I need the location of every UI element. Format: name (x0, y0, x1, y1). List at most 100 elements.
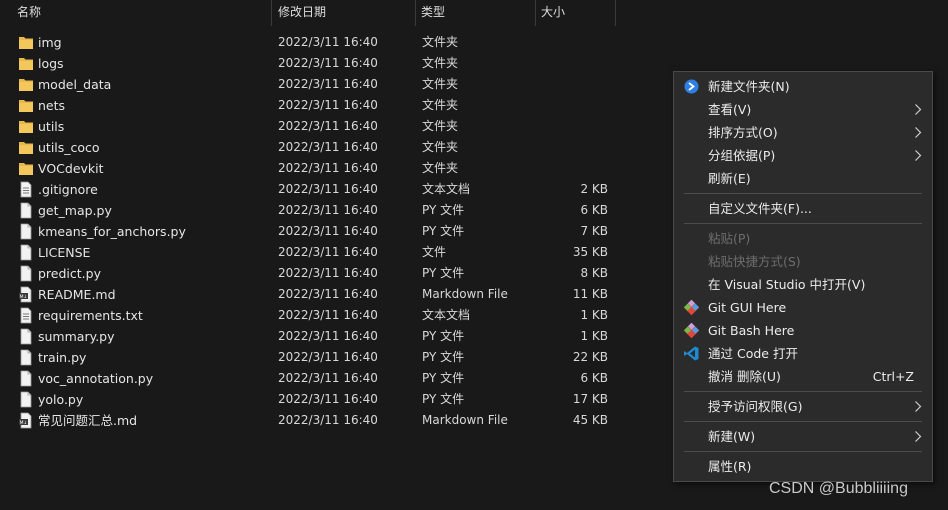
menu-item[interactable]: 刷新(E) (674, 167, 932, 190)
file-row[interactable]: M↓ 常见问题汇总.md 2022/3/11 16:40 Markdown File 4… (0, 410, 660, 431)
file-row[interactable]: .gitignore 2022/3/11 16:40 文本文档 2 KB (0, 179, 660, 200)
folder-icon (18, 97, 34, 114)
file-size: 2 KB (580, 182, 608, 196)
file-row[interactable]: logs 2022/3/11 16:40 文件夹 (0, 53, 660, 74)
menu-item-label: 通过 Code 打开 (708, 346, 798, 361)
file-row[interactable]: utils 2022/3/11 16:40 文件夹 (0, 116, 660, 137)
menu-item[interactable]: 授予访问权限(G) (674, 395, 932, 418)
file-row[interactable]: nets 2022/3/11 16:40 文件夹 (0, 95, 660, 116)
file-modified-date: 2022/3/11 16:40 (278, 371, 378, 385)
file-name: utils_coco (38, 140, 100, 155)
menu-item-label: 授予访问权限(G) (708, 399, 803, 414)
menu-item[interactable]: 新建(W) (674, 425, 932, 448)
menu-separator (684, 193, 922, 194)
file-icon (18, 328, 34, 345)
menu-separator (684, 421, 922, 422)
folder-icon (18, 55, 34, 72)
file-row[interactable]: predict.py 2022/3/11 16:40 PY 文件 8 KB (0, 263, 660, 284)
file-type: 文件夹 (422, 119, 459, 133)
menu-item[interactable]: 在 Visual Studio 中打开(V) (674, 273, 932, 296)
file-name: nets (38, 98, 66, 113)
menu-item-label: 排序方式(O) (708, 125, 778, 140)
file-row[interactable]: train.py 2022/3/11 16:40 PY 文件 22 KB (0, 347, 660, 368)
file-row[interactable]: voc_annotation.py 2022/3/11 16:40 PY 文件 6 K… (0, 368, 660, 389)
file-name: predict.py (38, 266, 101, 281)
menu-item[interactable]: 通过 Code 打开 (674, 342, 932, 365)
file-type: 文件夹 (422, 98, 459, 112)
file-icon (18, 391, 34, 408)
chevron-right-icon (915, 431, 922, 442)
file-modified-date: 2022/3/11 16:40 (278, 224, 378, 238)
folder-icon (18, 160, 34, 177)
file-size: 6 KB (580, 203, 608, 217)
column-header-size[interactable]: 大小 (541, 0, 565, 26)
file-row[interactable]: yolo.py 2022/3/11 16:40 PY 文件 17 KB (0, 389, 660, 410)
column-header-type[interactable]: 类型 (421, 0, 445, 26)
context-menu: 新建文件夹(N) 查看(V) 排序方式(O) 分组依据(P) 刷新(E) 自定义文件夹(F… (673, 71, 933, 482)
file-modified-date: 2022/3/11 16:40 (278, 308, 378, 322)
column-divider[interactable] (415, 0, 416, 26)
column-header-date[interactable]: 修改日期 (278, 0, 326, 26)
file-size: 35 KB (572, 245, 608, 259)
file-name: 常见问题汇总.md (38, 413, 138, 428)
file-icon (18, 244, 34, 261)
menu-item[interactable]: 撤消 删除(U) Ctrl+Z (674, 365, 932, 388)
file-icon (18, 349, 34, 366)
file-row[interactable]: img 2022/3/11 16:40 文件夹 (0, 32, 660, 53)
file-name: voc_annotation.py (38, 371, 154, 386)
file-name: utils (38, 119, 65, 134)
file-row[interactable]: M↓ README.md 2022/3/11 16:40 Markdown File 1… (0, 284, 660, 305)
menu-item-label: 属性(R) (708, 459, 752, 474)
file-modified-date: 2022/3/11 16:40 (278, 392, 378, 406)
menu-item[interactable]: 排序方式(O) (674, 121, 932, 144)
file-row[interactable]: utils_coco 2022/3/11 16:40 文件夹 (0, 137, 660, 158)
menu-separator (684, 391, 922, 392)
menu-item: 粘贴(P) (674, 227, 932, 250)
column-divider[interactable] (271, 0, 272, 26)
menu-item[interactable]: 查看(V) (674, 98, 932, 121)
menu-item-label: 粘贴(P) (708, 231, 751, 246)
file-size: 17 KB (572, 392, 608, 406)
menu-item[interactable]: Git GUI Here (674, 296, 932, 319)
menu-item[interactable]: 新建文件夹(N) (674, 75, 932, 98)
file-type: 文件夹 (422, 161, 459, 175)
chevron-right-icon (915, 104, 922, 115)
file-row[interactable]: summary.py 2022/3/11 16:40 PY 文件 1 KB (0, 326, 660, 347)
menu-item-label: Git Bash Here (708, 323, 795, 338)
menu-item[interactable]: 自定义文件夹(F)... (674, 197, 932, 220)
file-row[interactable]: model_data 2022/3/11 16:40 文件夹 (0, 74, 660, 95)
file-name: LICENSE (38, 245, 91, 260)
chevron-right-icon (915, 401, 922, 412)
file-name: VOCdevkit (38, 161, 104, 176)
file-type: 文件夹 (422, 140, 459, 154)
file-type: Markdown File (422, 287, 508, 301)
menu-item: 粘贴快捷方式(S) (674, 250, 932, 273)
file-name: requirements.txt (38, 308, 143, 323)
file-type: PY 文件 (422, 203, 465, 217)
menu-item[interactable]: 属性(R) (674, 455, 932, 478)
file-size: 1 KB (580, 329, 608, 343)
menu-item-label: 新建(W) (708, 429, 756, 444)
file-row[interactable]: VOCdevkit 2022/3/11 16:40 文件夹 (0, 158, 660, 179)
column-divider[interactable] (535, 0, 536, 26)
file-type: 文本文档 (422, 182, 471, 196)
file-modified-date: 2022/3/11 16:40 (278, 413, 378, 427)
text-file-icon (18, 307, 34, 324)
column-header-name[interactable]: 名称 (17, 0, 41, 26)
vscode-icon (683, 345, 700, 362)
file-name: yolo.py (38, 392, 84, 407)
menu-item[interactable]: Git Bash Here (674, 319, 932, 342)
menu-item[interactable]: 分组依据(P) (674, 144, 932, 167)
file-row[interactable]: kmeans_for_anchors.py 2022/3/11 16:40 PY 文… (0, 221, 660, 242)
menu-item-shortcut: Ctrl+Z (872, 369, 914, 384)
file-type: PY 文件 (422, 371, 465, 385)
column-divider[interactable] (615, 0, 616, 26)
svg-text:M↓: M↓ (20, 420, 28, 426)
menu-item-label: 新建文件夹(N) (708, 79, 790, 94)
svg-text:M↓: M↓ (20, 294, 28, 300)
file-row[interactable]: LICENSE 2022/3/11 16:40 文件 35 KB (0, 242, 660, 263)
column-header: 名称 修改日期 类型 大小 (0, 0, 948, 26)
file-row[interactable]: requirements.txt 2022/3/11 16:40 文本文档 1 KB (0, 305, 660, 326)
file-name: summary.py (38, 329, 115, 344)
file-row[interactable]: get_map.py 2022/3/11 16:40 PY 文件 6 KB (0, 200, 660, 221)
